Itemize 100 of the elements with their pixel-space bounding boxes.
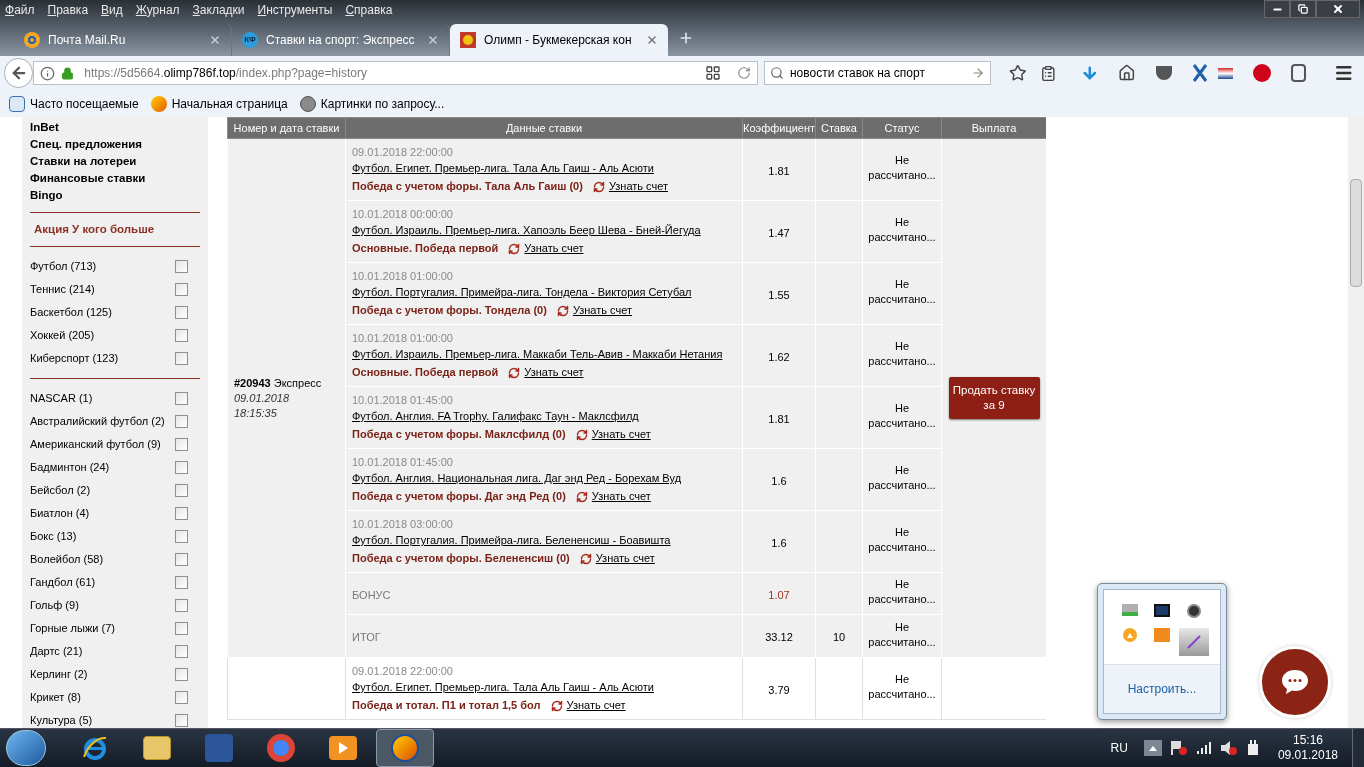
sidebar-link[interactable]: InBet xyxy=(30,119,200,136)
grid-icon[interactable] xyxy=(704,65,721,81)
score-link[interactable]: Узнать счет xyxy=(592,180,668,193)
score-link[interactable]: Узнать счет xyxy=(508,242,584,255)
checkbox[interactable] xyxy=(175,599,188,612)
minimize-button[interactable] xyxy=(1264,0,1290,18)
promo-link[interactable]: Акция У кого больше xyxy=(30,221,200,238)
checkbox[interactable] xyxy=(175,691,188,704)
reading-list-icon[interactable] xyxy=(1040,64,1057,82)
close-icon[interactable] xyxy=(427,34,439,46)
sport-filter-label[interactable]: Американский футбол (9) xyxy=(30,438,161,451)
bookmark-item[interactable]: Картинки по запросу... xyxy=(299,94,445,113)
checkbox[interactable] xyxy=(175,438,188,451)
sell-bet-button[interactable]: Продать ставку за 9 xyxy=(948,377,1040,419)
checkbox[interactable] xyxy=(175,714,188,727)
checkbox[interactable] xyxy=(175,507,188,520)
bookmark-item[interactable]: Часто посещаемые xyxy=(9,94,139,113)
signal-icon[interactable] xyxy=(1195,741,1212,755)
checkbox[interactable] xyxy=(175,329,188,342)
close-icon[interactable] xyxy=(646,34,658,46)
clock[interactable]: 15:16 09.01.2018 xyxy=(1277,733,1338,763)
back-button[interactable] xyxy=(4,58,34,88)
menu-item[interactable]: Инструменты xyxy=(257,4,333,16)
score-link[interactable]: Узнать счет xyxy=(556,304,632,317)
muted-speaker-icon[interactable] xyxy=(1219,740,1238,756)
sport-filter-label[interactable]: NASCAR (1) xyxy=(30,392,93,405)
pen-icon[interactable] xyxy=(1179,628,1209,656)
sport-filter-label[interactable]: Дартс (21) xyxy=(30,645,83,658)
sport-filter-label[interactable]: Австралийский футбол (2) xyxy=(30,415,165,428)
flag-warning-icon[interactable] xyxy=(1169,740,1188,756)
browser-app-button[interactable] xyxy=(376,729,434,767)
checkbox[interactable] xyxy=(175,306,188,319)
sport-filter-label[interactable]: Гольф (9) xyxy=(30,599,79,612)
show-desktop-button[interactable] xyxy=(1352,729,1364,767)
checkbox[interactable] xyxy=(175,668,188,681)
new-tab-icon[interactable] xyxy=(678,30,694,46)
checkbox[interactable] xyxy=(175,645,188,658)
checkbox[interactable] xyxy=(175,352,188,365)
close-icon[interactable] xyxy=(209,34,221,46)
sidebar-link[interactable]: Спец. предложения xyxy=(30,136,200,153)
checkbox[interactable] xyxy=(175,484,188,497)
sport-filter-label[interactable]: Крикет (8) xyxy=(30,691,81,704)
sport-filter-label[interactable]: Культура (5) xyxy=(30,714,93,727)
sport-filter-label[interactable]: Хоккей (205) xyxy=(30,329,95,342)
checkbox[interactable] xyxy=(175,553,188,566)
bookmark-item[interactable]: Начальная страница xyxy=(150,94,288,113)
match-link[interactable]: Футбол. Израиль. Премьер-лига. Хапоэль Беер Шева - Бней-Йегуда xyxy=(352,224,736,237)
sport-filter-label[interactable]: Футбол (713) xyxy=(30,260,97,273)
menu-item[interactable]: Закладки xyxy=(192,4,245,16)
sport-filter-label[interactable]: Керлинг (2) xyxy=(30,668,88,681)
menu-item[interactable]: Файл xyxy=(5,4,35,16)
go-icon[interactable] xyxy=(970,66,985,80)
restore-button[interactable] xyxy=(1290,0,1316,18)
match-link[interactable]: Футбол. Израиль. Премьер-лига. Маккаби Тель-Авив - Маккаби Нетания xyxy=(352,348,736,361)
sport-filter-label[interactable]: Киберспорт (123) xyxy=(30,352,119,365)
bookmark-star-icon[interactable] xyxy=(1008,64,1027,82)
match-link[interactable]: Футбол. Португалия. Примейра-лига. Тондела - Виктория Сетубал xyxy=(352,286,736,299)
sidebar-link[interactable]: Финансовые ставки xyxy=(30,170,200,187)
sidebar-link[interactable]: Bingo xyxy=(30,187,200,204)
sport-filter-label[interactable]: Баскетбол (125) xyxy=(30,306,112,319)
language-indicator[interactable]: RU xyxy=(1110,739,1128,757)
show-hidden-icons-button[interactable] xyxy=(1143,740,1162,756)
sport-filter-label[interactable]: Гандбол (61) xyxy=(30,576,96,589)
match-link[interactable]: Футбол. Англия. FA Trophy. Галифакс Таун - Маклсфилд xyxy=(352,410,736,423)
home-icon[interactable] xyxy=(1118,64,1136,82)
scrollbar-thumb[interactable] xyxy=(1350,179,1362,287)
search-field[interactable]: новости ставок на спорт xyxy=(763,61,991,85)
checkbox[interactable] xyxy=(175,622,188,635)
checkbox[interactable] xyxy=(175,461,188,474)
sport-filter-label[interactable]: Волейбол (58) xyxy=(30,553,104,566)
match-link[interactable]: Футбол. Египет. Премьер-лига. Тала Аль Гаиш - Аль Асюти xyxy=(352,681,736,694)
menu-icon[interactable] xyxy=(1334,63,1354,83)
monitor-icon[interactable] xyxy=(1154,604,1170,617)
score-link[interactable]: Узнать счет xyxy=(575,490,651,503)
match-link[interactable]: Футбол. Португалия. Примейра-лига. Белененсиш - Боавишта xyxy=(352,534,736,547)
score-link[interactable]: Узнать счет xyxy=(579,552,655,565)
checkbox[interactable] xyxy=(175,415,188,428)
close-button[interactable] xyxy=(1316,0,1360,18)
menu-item[interactable]: Вид xyxy=(101,4,123,16)
sport-filter-label[interactable]: Бокс (13) xyxy=(30,530,77,543)
score-link[interactable]: Узнать счет xyxy=(508,366,584,379)
sport-filter-label[interactable]: Бадминтон (24) xyxy=(30,461,110,474)
checkbox[interactable] xyxy=(175,576,188,589)
chat-button[interactable] xyxy=(1259,646,1331,718)
reload-icon[interactable] xyxy=(736,66,751,80)
power-plug-icon[interactable] xyxy=(1245,739,1260,757)
start-button[interactable] xyxy=(6,730,46,766)
checkbox[interactable] xyxy=(175,283,188,296)
sport-filter-label[interactable]: Биатлон (4) xyxy=(30,507,90,520)
sport-filter-label[interactable]: Горные лыжи (7) xyxy=(30,622,115,635)
sport-filter-label[interactable]: Бейсбол (2) xyxy=(30,484,91,497)
menu-item[interactable]: Журнал xyxy=(135,4,180,16)
score-link[interactable]: Узнать счет xyxy=(575,428,651,441)
sport-filter-label[interactable]: Теннис (214) xyxy=(30,283,95,296)
checkbox[interactable] xyxy=(175,260,188,273)
menu-item[interactable]: Справка xyxy=(345,4,393,16)
sidebar-link[interactable]: Ставки на лотереи xyxy=(30,153,200,170)
match-link[interactable]: Футбол. Англия. Национальная лига. Даг энд Ред - Борехам Вуд xyxy=(352,472,736,485)
browser-tab[interactable]: Олимп - Букмекерская кон xyxy=(450,24,668,56)
checkbox[interactable] xyxy=(175,530,188,543)
